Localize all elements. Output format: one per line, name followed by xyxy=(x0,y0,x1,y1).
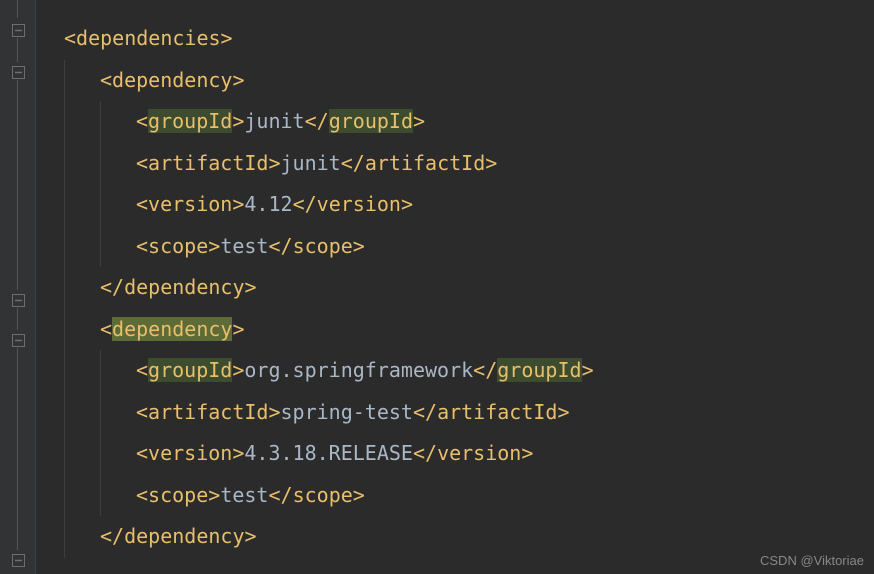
code-line: <version>4.3.18.RELEASE</version> xyxy=(64,433,594,475)
fold-icon[interactable] xyxy=(10,292,26,308)
code-line: <dependency> xyxy=(64,309,594,351)
code-line: <artifactId>junit</artifactId> xyxy=(64,143,594,185)
code-line: </dependency> xyxy=(64,267,594,309)
fold-icon[interactable] xyxy=(10,332,26,348)
code-line: <groupId>junit</groupId> xyxy=(64,101,594,143)
code-line: <groupId>org.springframework</groupId> xyxy=(64,350,594,392)
fold-icon[interactable] xyxy=(10,552,26,568)
gutter xyxy=(0,0,36,574)
code-line: <scope>test</scope> xyxy=(64,475,594,517)
code-line: <scope>test</scope> xyxy=(64,226,594,268)
code-line: <dependency> xyxy=(64,60,594,102)
watermark: CSDN @Viktoriae xyxy=(760,553,864,568)
code-line: <artifactId>spring-test</artifactId> xyxy=(64,392,594,434)
code-line: </dependency> xyxy=(64,516,594,558)
fold-icon[interactable] xyxy=(10,22,26,38)
code-line: <version>4.12</version> xyxy=(64,184,594,226)
code-editor: <dependencies> <dependency> <groupId>jun… xyxy=(0,0,874,574)
code-line: <dependencies> xyxy=(64,18,594,60)
fold-icon[interactable] xyxy=(10,64,26,80)
code-area[interactable]: <dependencies> <dependency> <groupId>jun… xyxy=(36,0,594,574)
